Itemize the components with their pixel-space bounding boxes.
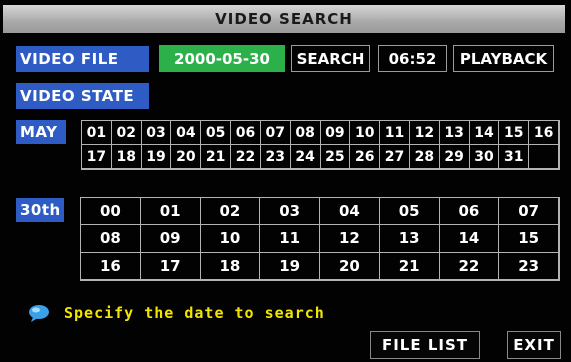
day-cell[interactable]: 10 xyxy=(350,121,381,145)
day-cell[interactable]: 04 xyxy=(171,121,202,145)
day-cell[interactable]: 30 xyxy=(469,145,500,169)
hour-cell[interactable]: 19 xyxy=(260,252,320,280)
day-cell[interactable]: 03 xyxy=(141,121,172,145)
day-cell[interactable]: 05 xyxy=(201,121,232,145)
hour-cell[interactable]: 06 xyxy=(439,198,500,226)
hour-cell[interactable]: 07 xyxy=(499,198,559,226)
time-field[interactable]: 06:52 xyxy=(378,45,447,72)
hour-cell[interactable]: 22 xyxy=(439,252,500,280)
day-cell[interactable]: 26 xyxy=(350,145,381,169)
hour-cell[interactable]: 04 xyxy=(320,198,380,226)
hour-cell[interactable]: 02 xyxy=(200,198,261,226)
empty-day-cell xyxy=(529,145,559,169)
day-cell[interactable]: 14 xyxy=(469,121,500,145)
day-cell[interactable]: 01 xyxy=(82,121,112,145)
hour-cell[interactable]: 01 xyxy=(140,198,201,226)
day-cell[interactable]: 16 xyxy=(529,121,559,145)
hour-grid: 00 01 02 03 04 05 06 07 08 09 10 11 12 13 14 15 16 17 18 19… xyxy=(80,197,560,281)
hint-row: Specify the date to search xyxy=(28,302,325,324)
playback-button[interactable]: PLAYBACK xyxy=(453,45,554,72)
day-cell[interactable]: 21 xyxy=(201,145,232,169)
day-cell[interactable]: 15 xyxy=(499,121,530,145)
day-cell[interactable]: 06 xyxy=(231,121,261,145)
day-cell[interactable]: 28 xyxy=(409,145,440,169)
hour-cell[interactable]: 18 xyxy=(200,252,261,280)
hour-cell[interactable]: 15 xyxy=(499,225,559,253)
day-grid: 01 02 03 04 05 06 07 08 09 10 11 12 13 14 15 16 17 18 19 20… xyxy=(81,120,560,170)
day-cell[interactable]: 08 xyxy=(290,121,321,145)
day-cell[interactable]: 25 xyxy=(320,145,351,169)
selected-day-label: 30th xyxy=(16,198,64,222)
hour-cell[interactable]: 20 xyxy=(320,252,380,280)
video-state-label: VIDEO STATE xyxy=(16,83,149,109)
hour-cell[interactable]: 14 xyxy=(439,225,500,253)
hour-cell[interactable]: 10 xyxy=(200,225,261,253)
day-cell[interactable]: 13 xyxy=(439,121,470,145)
exit-button[interactable]: EXIT xyxy=(507,331,561,359)
hour-cell[interactable]: 05 xyxy=(379,198,440,226)
day-cell[interactable]: 23 xyxy=(260,145,291,169)
hour-cell[interactable]: 23 xyxy=(499,252,559,280)
search-button[interactable]: SEARCH xyxy=(291,45,370,72)
hour-cell[interactable]: 03 xyxy=(260,198,320,226)
day-cell[interactable]: 19 xyxy=(141,145,172,169)
day-cell[interactable]: 07 xyxy=(260,121,291,145)
day-cell[interactable]: 20 xyxy=(171,145,202,169)
date-field[interactable]: 2000-05-30 xyxy=(159,45,285,72)
window-title: VIDEO SEARCH xyxy=(3,5,565,33)
day-cell[interactable]: 22 xyxy=(231,145,261,169)
file-list-button[interactable]: FILE LIST xyxy=(370,331,480,359)
hour-cell[interactable]: 13 xyxy=(379,225,440,253)
day-cell[interactable]: 27 xyxy=(380,145,410,169)
hour-cell[interactable]: 08 xyxy=(81,225,141,253)
hour-cell[interactable]: 16 xyxy=(81,252,141,280)
hour-cell[interactable]: 21 xyxy=(379,252,440,280)
speech-bubble-icon xyxy=(28,304,50,322)
day-cell[interactable]: 12 xyxy=(409,121,440,145)
day-cell[interactable]: 11 xyxy=(380,121,410,145)
dvr-screen: VIDEO SEARCH VIDEO FILE 2000-05-30 SEARC… xyxy=(0,0,571,362)
video-file-label: VIDEO FILE xyxy=(16,46,149,72)
hint-text: Specify the date to search xyxy=(64,304,325,322)
day-cell[interactable]: 09 xyxy=(320,121,351,145)
day-cell[interactable]: 24 xyxy=(290,145,321,169)
day-cell[interactable]: 31 xyxy=(499,145,530,169)
hour-cell[interactable]: 12 xyxy=(320,225,380,253)
hour-cell[interactable]: 11 xyxy=(260,225,320,253)
hour-cell[interactable]: 17 xyxy=(140,252,201,280)
day-cell[interactable]: 18 xyxy=(111,145,142,169)
hour-cell[interactable]: 09 xyxy=(140,225,201,253)
day-cell[interactable]: 17 xyxy=(82,145,112,169)
month-label: MAY xyxy=(16,120,66,144)
day-cell[interactable]: 02 xyxy=(111,121,142,145)
hour-cell[interactable]: 00 xyxy=(81,198,141,226)
day-cell[interactable]: 29 xyxy=(439,145,470,169)
